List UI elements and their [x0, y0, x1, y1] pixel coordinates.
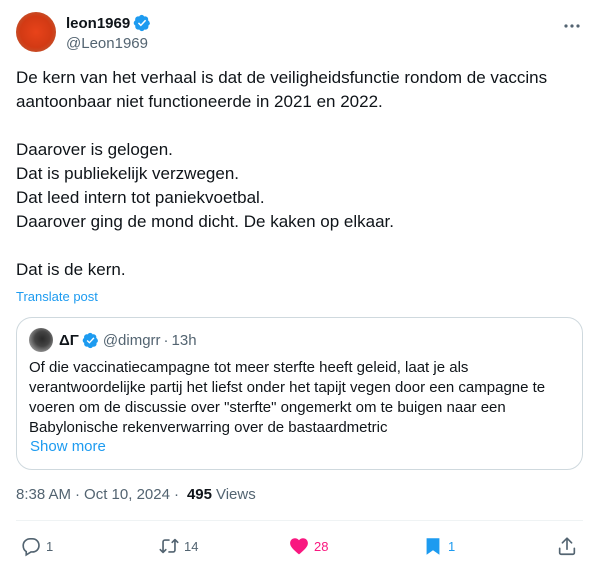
like-count: 28 [314, 538, 329, 554]
repost-icon [159, 538, 179, 554]
translate-post-link[interactable]: Translate post [16, 289, 98, 304]
reply-icon [22, 538, 40, 557]
post: leon1969 @Leon1969 De kern van het verha… [0, 0, 599, 569]
bookmark-count: 1 [448, 538, 456, 554]
views-count: 495 [186, 486, 212, 503]
repost-count: 14 [184, 538, 199, 554]
post-paragraph: Dat leed intern tot paniekvoetbal. [16, 188, 265, 207]
verified-badge-icon [82, 332, 98, 348]
separator-dot: · [75, 486, 81, 503]
more-icon[interactable] [562, 16, 582, 36]
author-handle[interactable]: @Leon1969 [66, 35, 151, 52]
bookmark-button[interactable]: 1 [422, 534, 455, 558]
quoted-post[interactable]: ΔΓ @dimgrr · 13h Of die vaccinatiecampag… [16, 317, 583, 470]
quoted-author-avatar[interactable] [29, 328, 53, 352]
post-metadata: 8:38 AM · Oct 10, 2024 · 495 Views [16, 486, 256, 503]
bookmark-icon [426, 538, 440, 555]
quoted-author-display-name[interactable]: ΔΓ [59, 332, 79, 349]
separator-dot: · [163, 331, 169, 349]
post-paragraph: Daarover ging de mond dicht. De kaken op… [16, 212, 395, 231]
like-icon [290, 538, 308, 555]
share-button[interactable] [556, 534, 578, 558]
quoted-post-header: ΔΓ @dimgrr · 13h [29, 328, 197, 352]
post-text: De kern van het verhaal is dat de veilig… [16, 66, 583, 282]
reply-button[interactable]: 1 [20, 534, 53, 558]
post-paragraph: Daarover is gelogen. [16, 140, 173, 159]
show-more-link[interactable]: Show more [30, 438, 106, 455]
post-date[interactable]: Oct 10, 2024 [84, 486, 170, 503]
author-display-name[interactable]: leon1969 [66, 15, 130, 32]
author-name-row: leon1969 [66, 13, 151, 33]
share-icon [558, 537, 576, 556]
views-label: Views [215, 486, 256, 503]
reply-count: 1 [46, 538, 54, 554]
post-time[interactable]: 8:38 AM [16, 486, 71, 503]
quoted-author-handle[interactable]: @dimgrr [103, 332, 161, 349]
quoted-post-time[interactable]: 13h [172, 332, 197, 349]
like-button[interactable]: 28 [288, 534, 328, 558]
verified-badge-icon [133, 14, 151, 32]
post-paragraph: Dat is de kern. [16, 260, 126, 279]
action-bar: 1 14 28 1 [16, 534, 583, 558]
post-paragraph: De kern van het verhaal is dat de veilig… [16, 68, 548, 111]
post-paragraph: Dat is publiekelijk verzwegen. [16, 164, 239, 183]
author-info: leon1969 @Leon1969 [66, 13, 151, 52]
separator-dot: · [173, 486, 179, 503]
author-avatar[interactable] [16, 12, 56, 52]
quoted-post-text: Of die vaccinatiecampagne tot meer sterf… [29, 359, 546, 436]
repost-button[interactable]: 14 [158, 534, 198, 558]
divider [16, 520, 583, 521]
